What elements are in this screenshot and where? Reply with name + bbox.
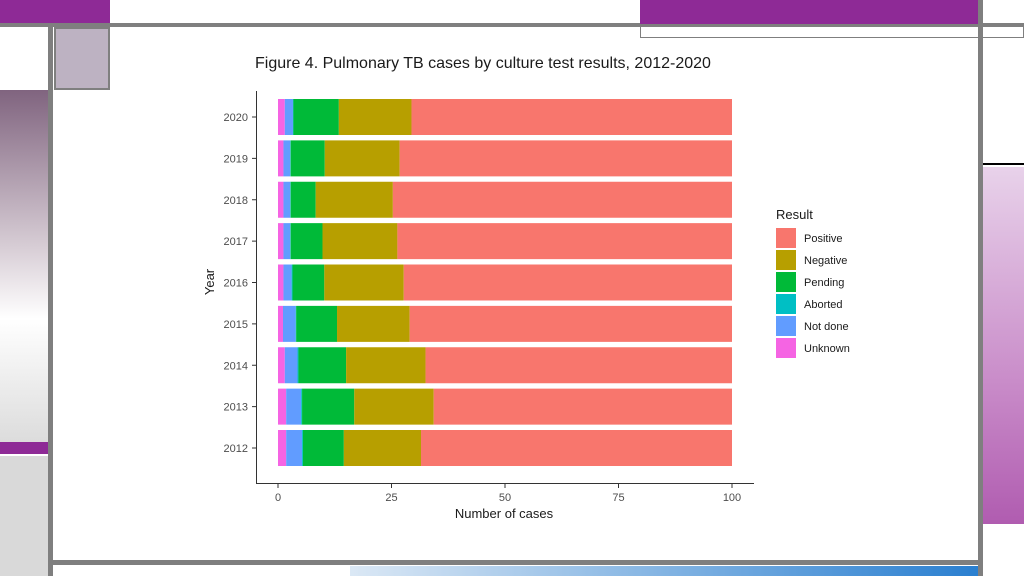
bar-2014-pending	[298, 347, 347, 384]
bar-2018-not-done	[283, 181, 291, 218]
bar-2017-not-done	[283, 223, 291, 260]
bar-2012-not-done	[286, 430, 303, 466]
bar-2014-positive	[425, 347, 732, 384]
bar-2015-negative	[337, 305, 410, 342]
bar-2017-unknown	[278, 223, 284, 260]
y-tick-label: 2015	[224, 319, 248, 331]
bar-2019-negative	[324, 140, 400, 177]
legend: Result Positive Negative Pending Aborted Not…	[776, 207, 850, 358]
legend-swatch-not-done	[776, 316, 796, 336]
y-tick-label: 2020	[224, 112, 248, 124]
bar-2020-not-done	[284, 99, 293, 135]
bar-2013-aborted	[301, 388, 303, 425]
y-tick-label: 2019	[224, 153, 248, 165]
bar-2012-negative	[343, 430, 422, 466]
bar-2019-not-done	[283, 140, 291, 177]
y-axis-title: Year	[202, 268, 217, 295]
legend-swatch-pending	[776, 272, 796, 292]
bar-2013-unknown	[278, 388, 287, 425]
bar-2016-pending	[292, 264, 325, 301]
bar-2013-pending	[302, 388, 355, 425]
bar-2019-positive	[399, 140, 732, 177]
bar-2016-positive	[403, 264, 732, 301]
y-tick-label: 2012	[224, 443, 248, 455]
bar-2016-not-done	[283, 264, 292, 301]
bar-2012-aborted	[302, 430, 303, 466]
legend-label: Not done	[804, 321, 849, 333]
bar-2017-pending	[290, 223, 323, 260]
y-tick-label: 2017	[224, 236, 248, 248]
y-tick-label: 2018	[224, 195, 248, 207]
legend-swatch-negative	[776, 250, 796, 270]
bar-2013-negative	[354, 388, 434, 425]
bar-2018-negative	[315, 181, 393, 218]
bar-2013-not-done	[286, 388, 302, 425]
bar-2012-unknown	[278, 430, 287, 466]
y-tick-label: 2013	[224, 402, 248, 414]
legend-swatch-aborted	[776, 294, 796, 314]
bar-2014-aborted	[297, 347, 299, 384]
legend-label: Pending	[804, 277, 844, 289]
y-tick-label: 2016	[224, 278, 248, 290]
bar-2018-positive	[392, 181, 732, 218]
bar-2014-negative	[346, 347, 426, 384]
y-tick-label: 2014	[224, 360, 248, 372]
bar-2016-unknown	[278, 264, 284, 301]
bar-2020-unknown	[278, 99, 285, 135]
x-axis-title: Number of cases	[455, 506, 554, 521]
bar-2016-negative	[324, 264, 404, 301]
legend-label: Positive	[804, 233, 843, 245]
bar-2013-positive	[433, 388, 732, 425]
bar-2015-not-done	[282, 305, 296, 342]
bar-2015-unknown	[278, 305, 283, 342]
legend-title: Result	[776, 207, 813, 222]
bar-2017-negative	[322, 223, 398, 260]
bar-2014-not-done	[284, 347, 298, 384]
bars-layer	[278, 99, 732, 466]
legend-label: Negative	[804, 255, 847, 267]
legend-swatch-unknown	[776, 338, 796, 358]
bar-2012-positive	[421, 430, 732, 466]
bar-2017-positive	[397, 223, 732, 260]
bar-2018-unknown	[278, 181, 284, 218]
bar-2019-unknown	[278, 140, 284, 177]
x-tick-label: 25	[385, 492, 397, 504]
x-tick-label: 50	[499, 492, 511, 504]
bar-2020-positive	[411, 99, 732, 135]
bar-2018-pending	[290, 181, 316, 218]
bar-2015-positive	[409, 305, 732, 342]
x-tick-label: 100	[723, 492, 741, 504]
bar-2014-unknown	[278, 347, 285, 384]
x-ticks: 0 25 50 75 100	[275, 484, 741, 504]
bar-2020-negative	[338, 99, 412, 135]
legend-label: Unknown	[804, 343, 850, 355]
bar-2016-aborted	[291, 264, 293, 301]
chart: Figure 4. Pulmonary TB cases by culture …	[202, 55, 850, 521]
bar-2020-pending	[293, 99, 339, 135]
chart-title: Figure 4. Pulmonary TB cases by culture …	[255, 55, 711, 72]
bar-2015-pending	[296, 305, 338, 342]
bar-2012-pending	[302, 430, 344, 466]
x-tick-label: 75	[612, 492, 624, 504]
x-tick-label: 0	[275, 492, 281, 504]
legend-swatch-positive	[776, 228, 796, 248]
bar-2019-pending	[290, 140, 325, 177]
legend-label: Aborted	[804, 299, 843, 311]
y-ticks: 2012 2013 2014 2015 2016 2017 2018 2019 2020	[224, 112, 256, 455]
